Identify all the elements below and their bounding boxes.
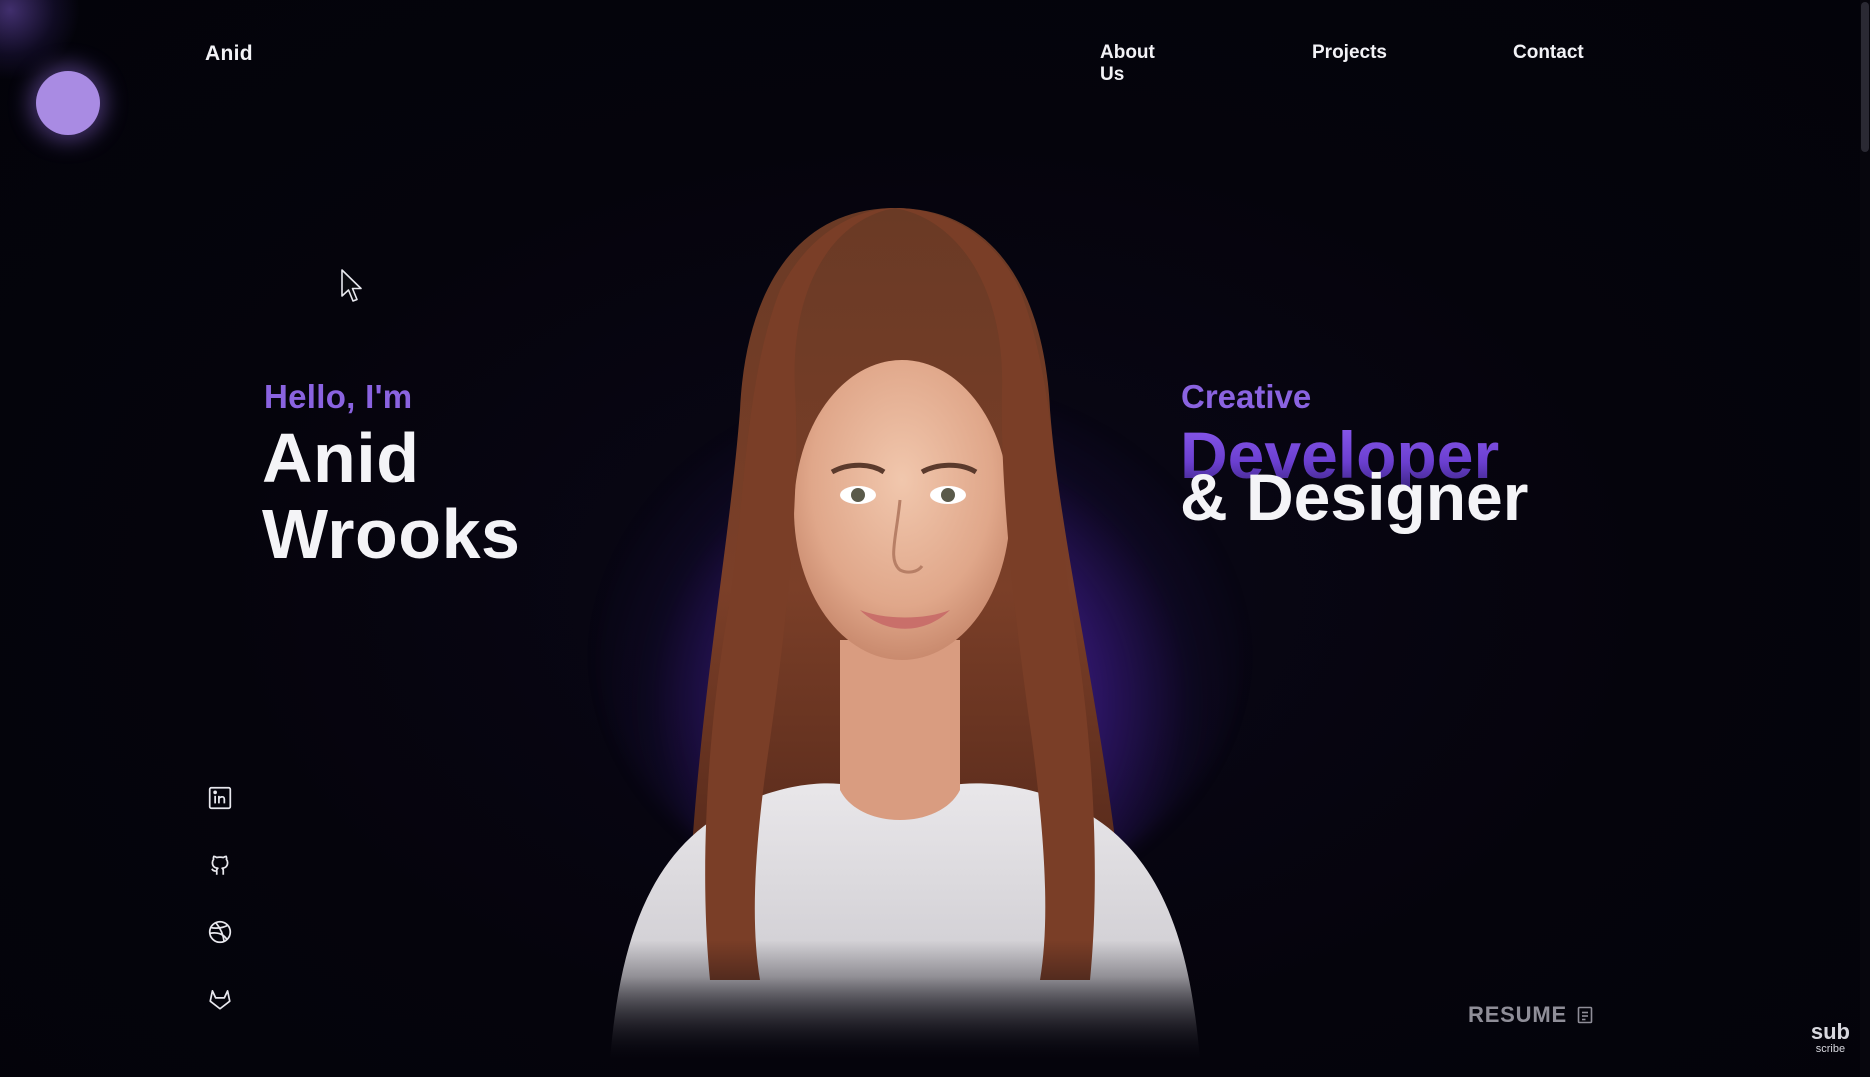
document-icon: [1577, 1006, 1593, 1024]
hero-last-name: Wrooks: [262, 495, 521, 573]
accent-orb: [36, 71, 100, 135]
portfolio-page: Anid About Us Projects Contact Hello, I'…: [0, 0, 1870, 1077]
scrollbar[interactable]: [1860, 0, 1870, 1077]
scrollbar-thumb[interactable]: [1861, 2, 1869, 152]
nav-item-projects[interactable]: Projects: [1312, 42, 1387, 64]
nav-item-contact[interactable]: Contact: [1513, 42, 1584, 64]
linkedin-icon[interactable]: [207, 785, 233, 811]
hero-greeting: Hello, I'm: [264, 378, 413, 415]
hero-name: Anid Wrooks: [262, 420, 520, 572]
role-secondary: & Designer: [1180, 460, 1529, 534]
hero-first-name: Anid: [262, 419, 420, 497]
subscribe-watermark[interactable]: sub scribe: [1811, 1021, 1850, 1055]
portrait-image: [540, 208, 1260, 1060]
brand-logo[interactable]: Anid: [205, 42, 253, 66]
mouse-cursor-icon: [341, 269, 362, 302]
role-prefix: Creative: [1181, 378, 1312, 415]
nav-item-about-us[interactable]: About Us: [1100, 42, 1155, 86]
resume-label: RESUME: [1468, 1002, 1567, 1027]
github-icon[interactable]: [207, 852, 233, 878]
resume-link[interactable]: RESUME: [1468, 1002, 1593, 1028]
subscribe-line-1: sub: [1810, 1019, 1850, 1044]
gitlab-icon[interactable]: [207, 986, 233, 1012]
dribbble-icon[interactable]: [207, 919, 233, 945]
corner-glow: [0, 0, 80, 80]
subscribe-line-2: scribe: [1815, 1043, 1846, 1055]
